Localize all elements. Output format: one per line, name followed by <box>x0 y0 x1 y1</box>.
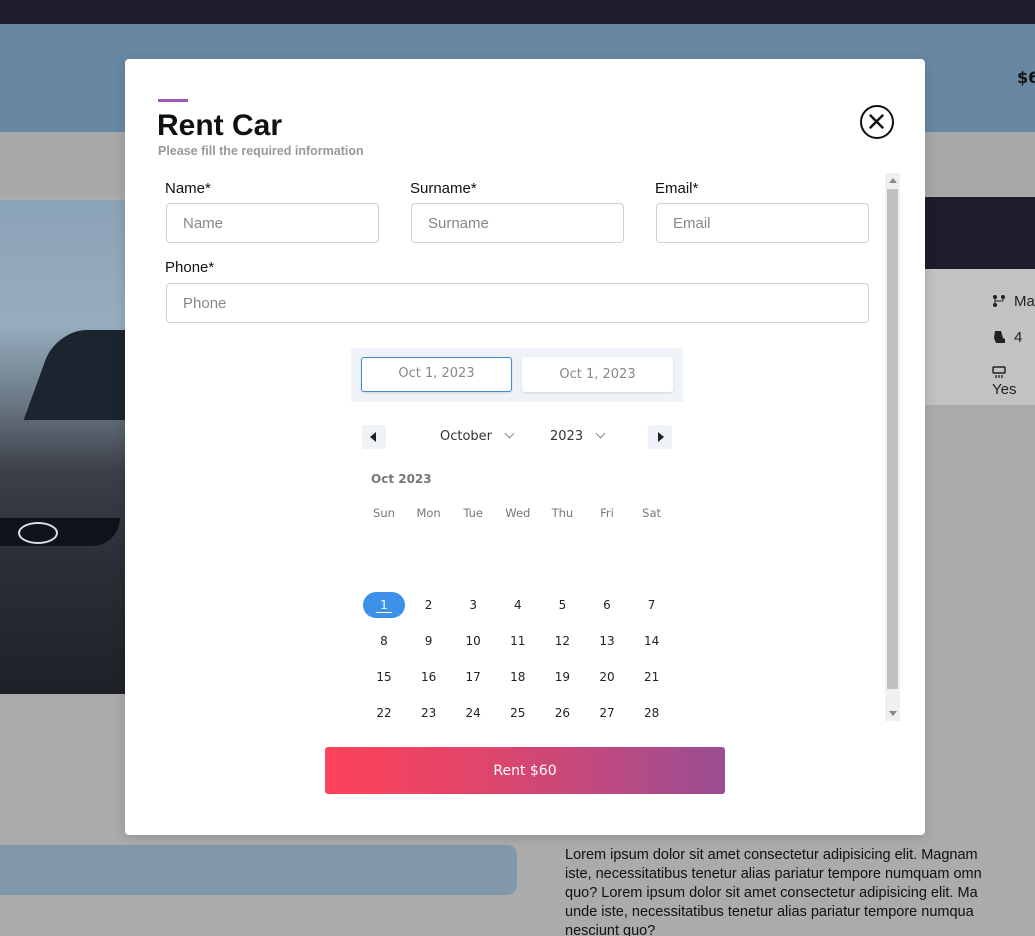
name-input[interactable] <box>166 203 379 243</box>
calendar-day[interactable]: 6 <box>586 592 628 618</box>
description-line: iste, necessitatibus tenetur alias paria… <box>565 866 982 882</box>
air-conditioner-icon <box>992 366 1006 378</box>
name-label: Name* <box>165 180 211 197</box>
close-button[interactable] <box>860 105 894 139</box>
headlight-ring <box>18 522 58 544</box>
car-image <box>0 200 126 694</box>
hero-price: $6 <box>1017 68 1035 87</box>
calendar-day[interactable]: 2 <box>408 592 450 618</box>
email-input[interactable] <box>656 203 869 243</box>
calendar-day[interactable]: 5 <box>541 592 583 618</box>
calendar-day[interactable]: 20 <box>586 664 628 690</box>
calendar-day[interactable]: 22 <box>363 700 405 720</box>
calendar-day[interactable]: 1 <box>363 592 405 618</box>
next-month-button[interactable] <box>648 425 672 449</box>
car-specs: Ma 4 Yes <box>924 269 1035 405</box>
chevron-right-icon <box>658 432 664 442</box>
chevron-down-icon <box>595 428 606 439</box>
background-panel <box>0 845 517 895</box>
calendar-day[interactable]: 4 <box>497 592 539 618</box>
month-select-value: October <box>440 429 493 444</box>
calendar-day[interactable]: 25 <box>497 700 539 720</box>
calendar-month-label: Oct 2023 <box>371 472 432 486</box>
scrollbar[interactable] <box>885 173 900 721</box>
start-date[interactable]: Oct 1, 2023 <box>361 357 512 392</box>
description-text: Lorem ipsum dolor sit amet consectetur a… <box>565 846 1035 936</box>
calendar-day[interactable]: 15 <box>363 664 405 690</box>
close-icon <box>869 114 884 129</box>
date-range-display: Oct 1, 2023 Oct 1, 2023 <box>351 348 683 402</box>
weekday-label: Tue <box>463 506 484 520</box>
description-line: quo? Lorem ipsum dolor sit amet consecte… <box>565 885 978 901</box>
calendar-day[interactable]: 27 <box>586 700 628 720</box>
car-window <box>23 330 126 420</box>
month-select[interactable]: October <box>440 428 515 444</box>
calendar-day[interactable]: 28 <box>631 700 673 720</box>
spec-transmission: Ma <box>992 293 1035 310</box>
weekday-label: Sat <box>642 506 662 520</box>
email-label: Email* <box>655 180 699 197</box>
title-accent <box>158 99 188 102</box>
top-bar <box>0 0 1035 24</box>
calendar-day[interactable]: 17 <box>452 664 494 690</box>
year-select-value: 2023 <box>550 429 584 444</box>
spec-ac: Yes <box>992 364 1035 398</box>
description-line: Lorem ipsum dolor sit amet consectetur a… <box>565 847 978 863</box>
calendar-day[interactable]: 11 <box>497 628 539 654</box>
spec-ac-text: Yes <box>992 381 1017 398</box>
calendar-day[interactable]: 18 <box>497 664 539 690</box>
spec-transmission-text: Ma <box>1014 293 1035 310</box>
surname-label: Surname* <box>410 180 477 197</box>
weekday-label: Wed <box>505 506 531 520</box>
weekday-label: Sun <box>373 506 395 520</box>
scroll-up-icon[interactable] <box>889 178 897 183</box>
weekday-label: Thu <box>551 506 574 520</box>
scroll-down-icon[interactable] <box>889 711 897 716</box>
modal-subtitle: Please fill the required information <box>158 144 364 158</box>
scrollbar-thumb[interactable] <box>887 189 898 689</box>
calendar-day[interactable]: 13 <box>586 628 628 654</box>
calendar-day[interactable]: 10 <box>452 628 494 654</box>
weekday-label: Fri <box>600 506 614 520</box>
rent-button[interactable]: Rent $60 <box>325 747 725 794</box>
description-line: unde iste, necessitatibus tenetur alias … <box>565 904 974 920</box>
weekday-label: Mon <box>416 506 441 520</box>
calendar-day[interactable]: 3 <box>452 592 494 618</box>
calendar-day[interactable]: 16 <box>408 664 450 690</box>
prev-month-button[interactable] <box>362 425 386 449</box>
calendar-day[interactable]: 7 <box>631 592 673 618</box>
spec-seats: 4 <box>992 329 1022 346</box>
calendar-day[interactable]: 9 <box>408 628 450 654</box>
dark-band <box>924 197 1035 269</box>
gear-shift-icon <box>993 295 1005 307</box>
spec-seats-text: 4 <box>1014 329 1023 346</box>
calendar-day[interactable]: 26 <box>541 700 583 720</box>
year-select[interactable]: 2023 <box>550 428 606 444</box>
form-scroll-area: Name* Surname* Email* Phone* Oct 1, 2023… <box>158 172 902 720</box>
phone-input[interactable] <box>166 283 869 323</box>
calendar-day[interactable]: 21 <box>631 664 673 690</box>
chevron-down-icon <box>504 428 515 439</box>
calendar-day[interactable]: 12 <box>541 628 583 654</box>
calendar-day[interactable]: 23 <box>408 700 450 720</box>
calendar-day[interactable]: 24 <box>452 700 494 720</box>
calendar-day[interactable]: 19 <box>541 664 583 690</box>
end-date[interactable]: Oct 1, 2023 <box>522 357 673 392</box>
seat-icon <box>994 331 1005 343</box>
phone-label: Phone* <box>165 259 215 276</box>
modal-title: Rent Car <box>157 109 283 142</box>
calendar-day[interactable]: 8 <box>363 628 405 654</box>
calendar-day[interactable]: 14 <box>631 628 673 654</box>
chevron-left-icon <box>370 432 376 442</box>
surname-input[interactable] <box>411 203 624 243</box>
rent-car-modal: Rent Car Please fill the required inform… <box>125 59 925 835</box>
description-line: nesciunt quo? <box>565 923 656 936</box>
